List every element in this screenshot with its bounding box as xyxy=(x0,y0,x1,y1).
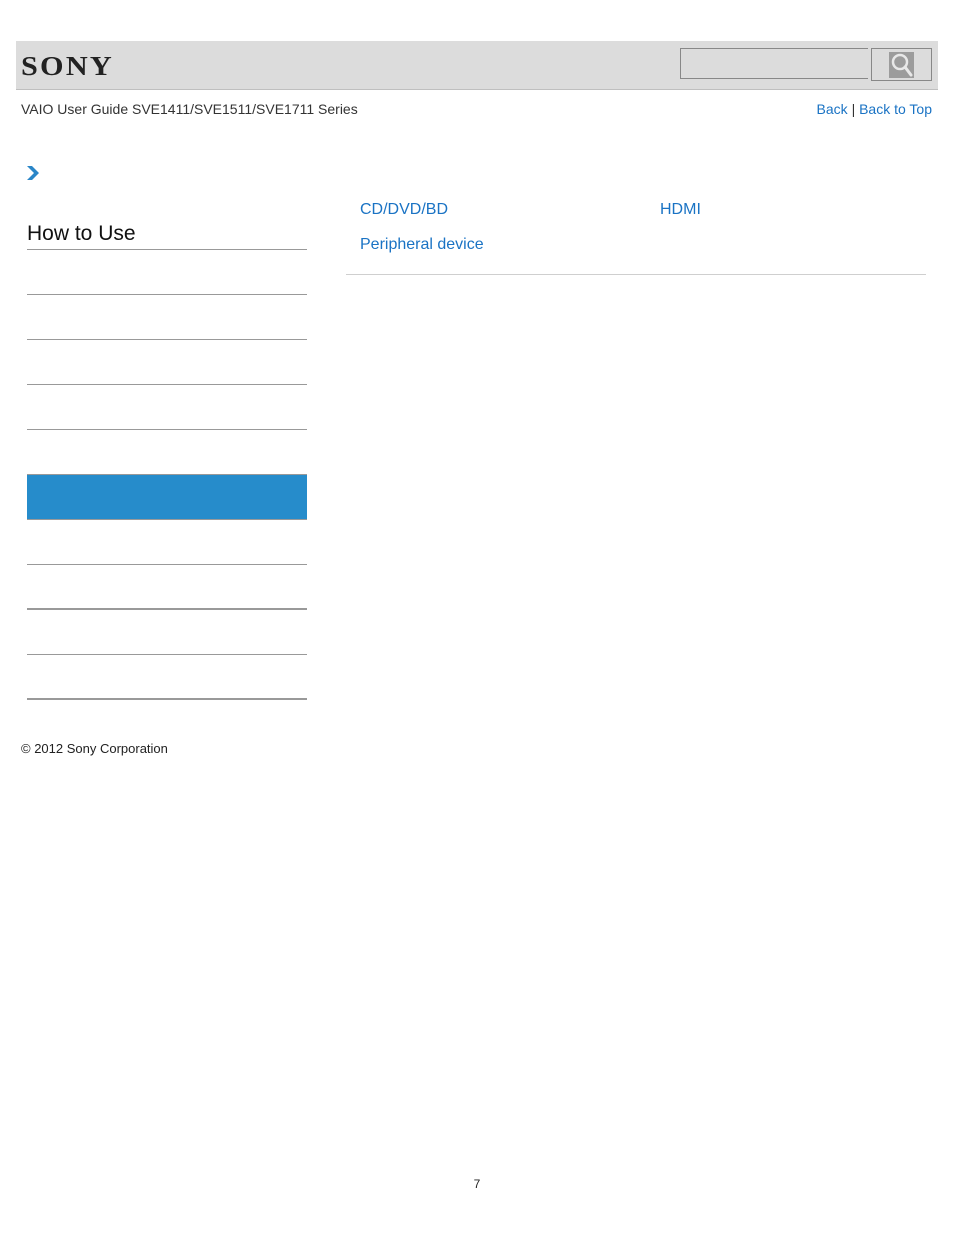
top-links: Back | Back to Top xyxy=(817,101,932,117)
sidebar-title: How to Use xyxy=(27,218,307,250)
copyright: © 2012 Sony Corporation xyxy=(21,741,168,756)
sidebar-item-2[interactable] xyxy=(27,295,307,340)
link-hdmi[interactable]: HDMI xyxy=(660,201,701,219)
sony-logo: SONY xyxy=(21,51,114,81)
back-to-top-link[interactable]: Back to Top xyxy=(859,101,932,117)
sidebar-item-8[interactable] xyxy=(27,565,307,610)
link-separator: | xyxy=(851,101,856,117)
page-number: 7 xyxy=(473,1177,481,1191)
search-button[interactable] xyxy=(871,48,932,81)
back-link[interactable]: Back xyxy=(817,101,848,117)
search-icon xyxy=(889,52,914,78)
guide-title: VAIO User Guide SVE1411/SVE1511/SVE1711 … xyxy=(21,101,358,117)
link-cd-dvd-bd[interactable]: CD/DVD/BD xyxy=(360,201,448,219)
sidebar-item-4[interactable] xyxy=(27,385,307,430)
sidebar: How to Use xyxy=(27,218,307,700)
sidebar-item-5[interactable] xyxy=(27,430,307,475)
header-bar: SONY xyxy=(16,41,938,90)
sidebar-item-9[interactable] xyxy=(27,610,307,655)
sidebar-item-active[interactable] xyxy=(27,475,307,520)
sidebar-item-1[interactable] xyxy=(27,250,307,295)
sidebar-item-3[interactable] xyxy=(27,340,307,385)
link-peripheral-device[interactable]: Peripheral device xyxy=(360,236,484,254)
sidebar-item-7[interactable] xyxy=(27,520,307,565)
search-input[interactable] xyxy=(680,48,868,79)
chevron-right-icon xyxy=(26,165,40,186)
topic-links: CD/DVD/BD HDMI Peripheral device xyxy=(346,197,926,275)
sidebar-item-10[interactable] xyxy=(27,655,307,700)
